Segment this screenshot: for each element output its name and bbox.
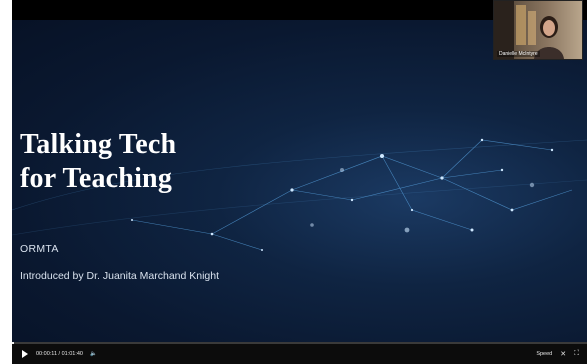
player-controls: 00:00:11 / 01:01:40 🔈 Speed ✕ ⛶: [12, 344, 587, 364]
webcam-thumbnail: Danielle McIntyre: [493, 0, 583, 60]
participant-name: Danielle McIntyre: [497, 51, 540, 57]
slide-presenter-intro: Introduced by Dr. Juanita Marchand Knigh…: [20, 270, 220, 282]
time-display: 00:00:11 / 01:01:40: [36, 351, 83, 357]
slide-title-line-1: Talking Tech: [20, 129, 177, 160]
play-icon[interactable]: [22, 350, 28, 358]
slide-organization: ORMTA: [20, 243, 59, 255]
slide-title-line-2: for Teaching: [20, 163, 173, 194]
slide-title: Talking Tech for Teaching: [20, 128, 176, 196]
speed-button[interactable]: Speed: [536, 351, 552, 357]
fullscreen-icon[interactable]: ⛶: [574, 350, 579, 358]
presentation-slide: Talking Tech for Teaching ORMTA Introduc…: [12, 20, 587, 344]
video-player[interactable]: Talking Tech for Teaching ORMTA Introduc…: [12, 0, 587, 364]
settings-icon[interactable]: ✕: [560, 350, 566, 358]
volume-icon[interactable]: 🔈: [90, 351, 97, 357]
